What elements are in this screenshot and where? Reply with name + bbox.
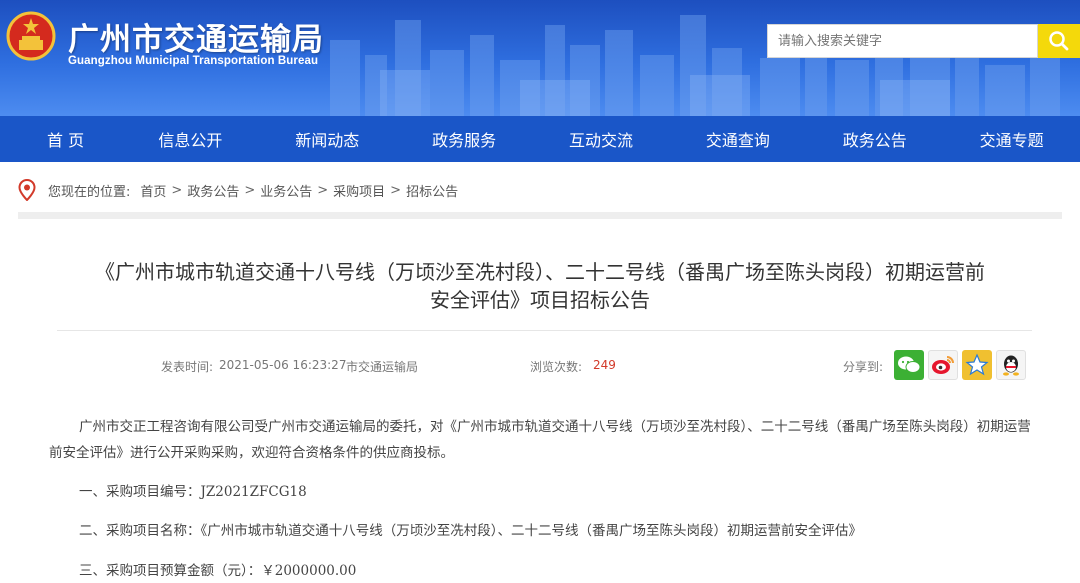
nav-item-gov-services[interactable]: 政务服务	[396, 116, 533, 162]
search-input[interactable]	[767, 24, 1038, 58]
header-banner: 广州市交通运输局 Guangzhou Municipal Transportat…	[0, 0, 1080, 116]
nav-item-info-disclosure[interactable]: 信息公开	[122, 116, 259, 162]
views-label: 浏览次数:	[530, 360, 583, 374]
main-nav: 首 页 信息公开 新闻动态 政务服务 互动交流 交通查询 政务公告 交通专题	[0, 116, 1080, 162]
qq-icon[interactable]	[996, 350, 1026, 380]
nav-item-announcements[interactable]: 政务公告	[806, 116, 943, 162]
breadcrumb: 您现在的位置: 首页 > 政务公告 > 业务公告 > 采购项目 > 招标公告	[18, 178, 458, 202]
publish-time-label: 发表时间:	[161, 360, 214, 374]
views-count: 249	[593, 358, 616, 372]
site-title[interactable]: 广州市交通运输局	[68, 14, 324, 59]
breadcrumb-separator: >	[317, 182, 329, 198]
breadcrumb-business-announcements[interactable]: 业务公告	[260, 181, 312, 200]
nav-item-home[interactable]: 首 页	[0, 116, 122, 162]
publish-time: 2021-05-06 16:23:27	[219, 358, 347, 372]
article-item-budget: 三、采购项目预算金额（元）：￥2000000.00	[79, 563, 357, 579]
wechat-icon[interactable]	[894, 350, 924, 380]
breadcrumb-separator: >	[390, 182, 402, 198]
breadcrumb-separator: >	[244, 182, 256, 198]
nav-item-topics[interactable]: 交通专题	[943, 116, 1080, 162]
site-subtitle: Guangzhou Municipal Transportation Burea…	[68, 55, 319, 67]
breadcrumb-divider	[18, 212, 1062, 219]
article-item-project-name: 二、采购项目名称：《广州市城市轨道交通十八号线（万顷沙至冼村段）、二十二号线（番…	[79, 523, 862, 539]
article-title-line-1: 《广州市城市轨道交通十八号线（万顷沙至冼村段）、二十二号线（番禺广场至陈头岗段）…	[95, 260, 985, 284]
publisher: 市交通运输局	[346, 360, 419, 374]
search-button[interactable]	[1038, 24, 1080, 58]
breadcrumb-separator: >	[171, 182, 183, 198]
search-icon	[1049, 31, 1069, 51]
article-title-line-2: 安全评估》项目招标公告	[430, 288, 650, 312]
share-label: 分享到:	[843, 360, 884, 374]
title-divider	[57, 330, 1032, 331]
breadcrumb-procurement[interactable]: 采购项目	[333, 181, 385, 200]
nav-item-news[interactable]: 新闻动态	[259, 116, 396, 162]
national-emblem-icon	[6, 11, 56, 61]
breadcrumb-home[interactable]: 首页	[140, 181, 166, 200]
breadcrumb-gov-announcements[interactable]: 政务公告	[187, 181, 239, 200]
article-item-project-number: 一、采购项目编号：JZ2021ZFCG18	[79, 484, 307, 500]
weibo-icon[interactable]	[928, 350, 958, 380]
nav-item-interaction[interactable]: 互动交流	[533, 116, 670, 162]
article-title: 《广州市城市轨道交通十八号线（万顷沙至冼村段）、二十二号线（番禺广场至陈头岗段）…	[30, 258, 1050, 314]
breadcrumb-label: 您现在的位置:	[48, 184, 131, 200]
qzone-icon[interactable]	[962, 350, 992, 380]
breadcrumb-tender-notice[interactable]: 招标公告	[406, 181, 458, 200]
nav-item-traffic-query[interactable]: 交通查询	[669, 116, 806, 162]
location-pin-icon	[18, 179, 36, 201]
article-intro-paragraph: 广州市交正工程咨询有限公司受广州市交通运输局的委托，对《广州市城市轨道交通十八号…	[49, 419, 1031, 461]
